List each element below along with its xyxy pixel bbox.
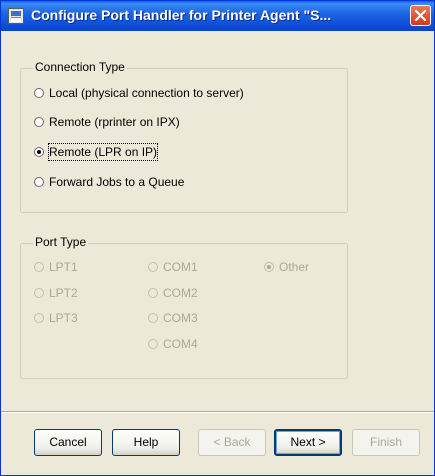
radio-com3-label: COM3 — [163, 311, 198, 325]
radio-button-icon — [148, 339, 158, 349]
back-button-label: < Back — [213, 435, 251, 449]
radio-button-icon — [34, 313, 44, 323]
window-title: Configure Port Handler for Printer Agent… — [31, 7, 332, 23]
radio-com1-label: COM1 — [163, 260, 198, 274]
radio-local-label: Local (physical connection to server) — [49, 86, 244, 100]
next-button[interactable]: Next > — [274, 429, 342, 456]
help-button[interactable]: Help — [112, 429, 180, 456]
cancel-button[interactable]: Cancel — [34, 429, 102, 456]
radio-button-icon — [148, 313, 158, 323]
close-icon[interactable] — [410, 5, 431, 26]
configure-port-handler-dialog: Configure Port Handler for Printer Agent… — [0, 0, 435, 476]
radio-lpt1-label: LPT1 — [49, 260, 78, 274]
printer-agent-icon — [8, 8, 24, 24]
radio-lpt3-label: LPT3 — [49, 311, 78, 325]
separator — [1, 411, 434, 413]
radio-button-icon — [34, 177, 44, 187]
radio-other-label: Other — [279, 260, 310, 274]
radio-button-icon — [34, 262, 44, 272]
radio-remote-lpr-label: Remote (LPR on IP) — [47, 143, 159, 161]
radio-forward-jobs-label: Forward Jobs to a Queue — [49, 175, 185, 189]
port-type-legend: Port Type — [33, 235, 89, 249]
radio-com4-label: COM4 — [163, 337, 198, 351]
radio-com2-label: COM2 — [163, 286, 198, 300]
finish-button[interactable]: Finish — [352, 429, 420, 456]
radio-button-selected-icon — [34, 147, 44, 157]
radio-button-icon — [148, 262, 158, 272]
finish-button-label: Finish — [369, 435, 402, 449]
cancel-button-label: Cancel — [49, 435, 87, 449]
radio-button-selected-icon — [264, 262, 274, 272]
radio-lpt2-label: LPT2 — [49, 286, 78, 300]
radio-remote-ipx-label: Remote (rprinter on IPX) — [49, 115, 180, 129]
connection-type-legend: Connection Type — [33, 60, 127, 74]
radio-button-icon — [34, 288, 44, 298]
back-button[interactable]: < Back — [198, 429, 266, 456]
radio-button-icon — [148, 288, 158, 298]
radio-button-icon — [34, 88, 44, 98]
help-button-label: Help — [133, 435, 159, 449]
radio-button-icon — [34, 117, 44, 127]
title-bar[interactable]: Configure Port Handler for Printer Agent… — [1, 1, 434, 31]
next-button-label: Next > — [290, 435, 326, 449]
